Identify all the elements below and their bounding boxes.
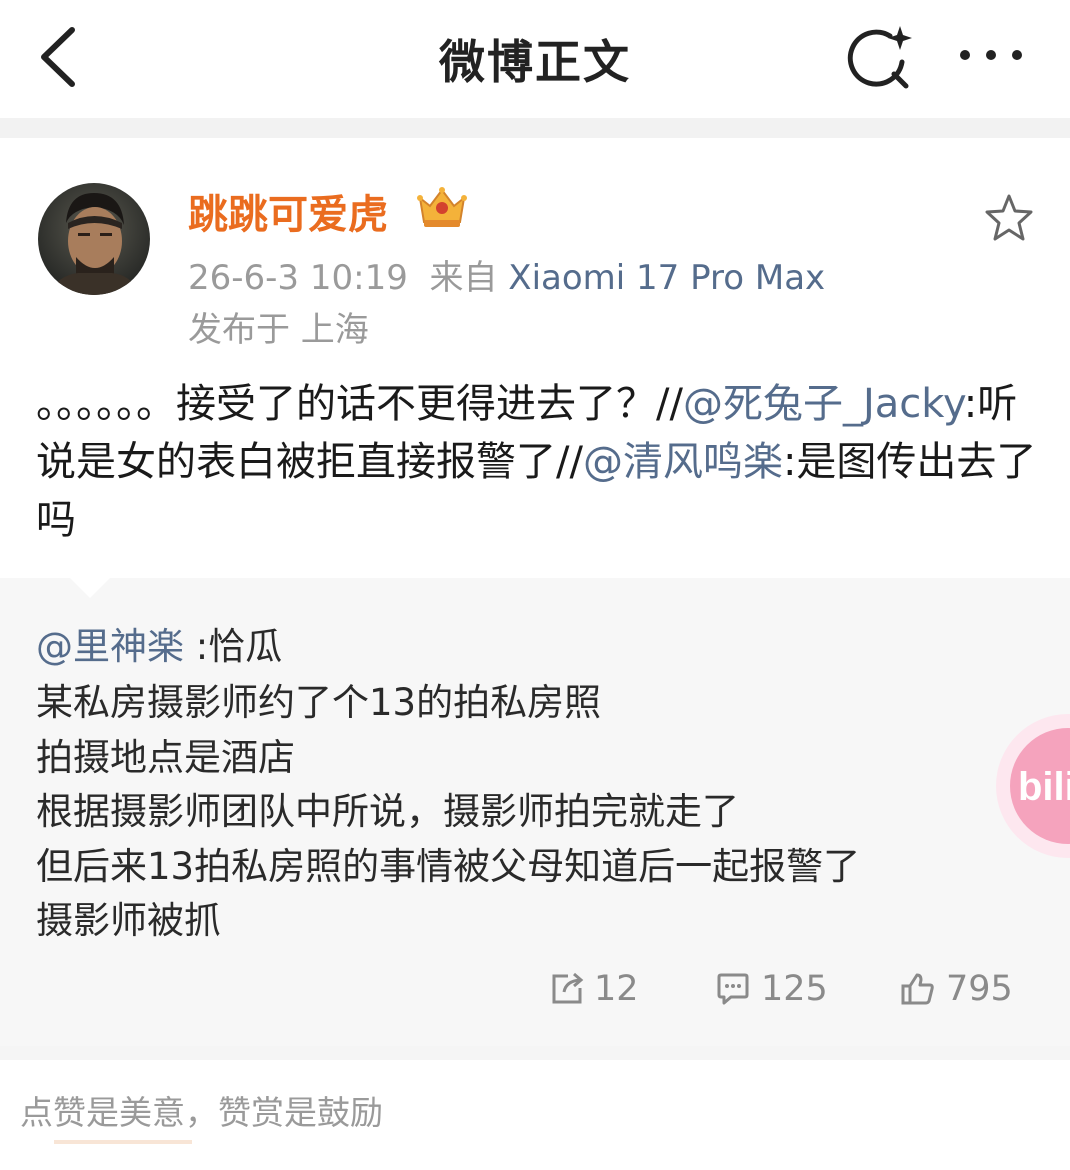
like-button[interactable]: 795 <box>900 965 1013 1013</box>
avatar[interactable] <box>38 183 150 295</box>
post-meta: 26-6-3 10:19 来自 Xiaomi 17 Pro Max <box>188 250 825 299</box>
top-nav-bar: 微博正文 <box>0 0 1070 118</box>
author-name[interactable]: 跳跳可爱虎 <box>188 182 388 240</box>
retweet-line: 摄影师被抓 <box>36 899 221 942</box>
mention-link[interactable]: @死兔子_Jacky <box>683 381 964 427</box>
star-favorite-icon[interactable] <box>983 192 1035 244</box>
comment-icon <box>717 973 749 1005</box>
retweet-line: 拍摄地点是酒店 <box>36 736 295 779</box>
retweet-author-suffix: :恰瓜 <box>184 625 283 668</box>
mention-link[interactable]: @清风鸣楽 <box>583 439 783 485</box>
more-dots-icon[interactable] <box>955 40 1027 70</box>
post-text-part: 。。。。。。接受了的话不更得进去了？// <box>36 381 683 427</box>
repost-count: 12 <box>594 969 639 1009</box>
post-time: 26-6-3 10:19 <box>188 258 408 298</box>
thumbs-up-icon <box>901 973 934 1005</box>
post-text: 。。。。。。接受了的话不更得进去了？//@死兔子_Jacky:听说是女的表白被拒… <box>36 375 1041 549</box>
retweet-line: 某私房摄影师约了个13的拍私房照 <box>36 681 602 724</box>
bilibili-text: bili <box>1018 765 1070 809</box>
retweet-notch <box>70 578 110 598</box>
retweet-author-mention[interactable]: @里神楽 <box>36 625 184 668</box>
source-prefix: 来自 <box>429 258 498 298</box>
nav-separator <box>0 118 1070 138</box>
reward-divider <box>54 1140 192 1144</box>
repost-button[interactable]: 12 <box>550 965 639 1013</box>
retweet-author-line: @里神楽 :恰瓜 <box>36 616 282 670</box>
retweet-line: 根据摄影师团队中所说，摄影师拍完就走了 <box>36 790 739 833</box>
comment-count: 125 <box>761 969 828 1009</box>
section-gap <box>0 1046 1070 1060</box>
crown-badge-icon <box>417 187 467 227</box>
reward-prompt: 点赞是美意，赞赏是鼓励 <box>20 1093 383 1132</box>
retweet-line: 但后来13拍私房照的事情被父母知道后一起报警了 <box>36 845 861 888</box>
post-location: 发布于 上海 <box>188 310 369 350</box>
bilibili-floating-icon[interactable]: bili <box>996 708 1070 858</box>
comment-button[interactable]: 125 <box>715 965 828 1013</box>
repost-icon <box>552 972 584 1004</box>
post-device[interactable]: Xiaomi 17 Pro Max <box>508 258 825 298</box>
like-count: 795 <box>946 969 1013 1009</box>
search-sparkle-icon[interactable] <box>842 22 914 94</box>
